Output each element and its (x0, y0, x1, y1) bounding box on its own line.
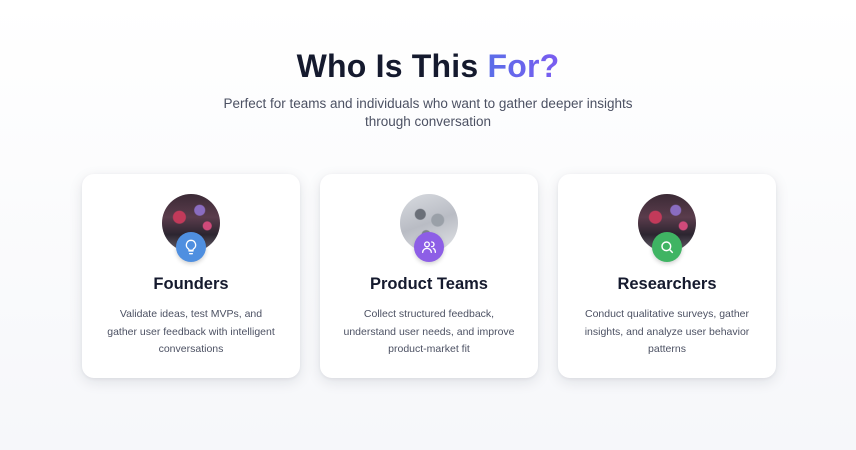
card-title: Product Teams (370, 275, 488, 293)
card-product-teams: Product Teams Collect structured feedbac… (320, 174, 538, 378)
card-description: Collect structured feedback, understand … (343, 308, 515, 355)
card-avatar-group (638, 194, 696, 264)
section-subtitle: Perfect for teams and individuals who wa… (223, 96, 633, 129)
card-title: Researchers (617, 275, 717, 293)
badge (652, 232, 682, 262)
badge (414, 232, 444, 262)
card-avatar-group (400, 194, 458, 264)
badge (176, 232, 206, 262)
search-icon (661, 241, 674, 254)
heading-accent: For? (487, 48, 560, 84)
audience-cards: Founders Validate ideas, test MVPs, and … (82, 174, 776, 379)
audience-section: Who Is This For? Perfect for teams and i… (0, 0, 856, 450)
lightbulb-icon (185, 239, 197, 255)
heading-main: Who Is This (296, 48, 488, 84)
card-founders: Founders Validate ideas, test MVPs, and … (82, 174, 300, 378)
card-researchers: Researchers Conduct qualitative surveys,… (558, 174, 776, 378)
section-heading: Who Is This For? (0, 48, 856, 85)
card-description: Validate ideas, test MVPs, and gather us… (107, 308, 275, 355)
users-icon (422, 241, 436, 253)
card-description: Conduct qualitative surveys, gather insi… (584, 308, 750, 355)
card-title: Founders (153, 275, 229, 293)
card-avatar-group (162, 194, 220, 264)
